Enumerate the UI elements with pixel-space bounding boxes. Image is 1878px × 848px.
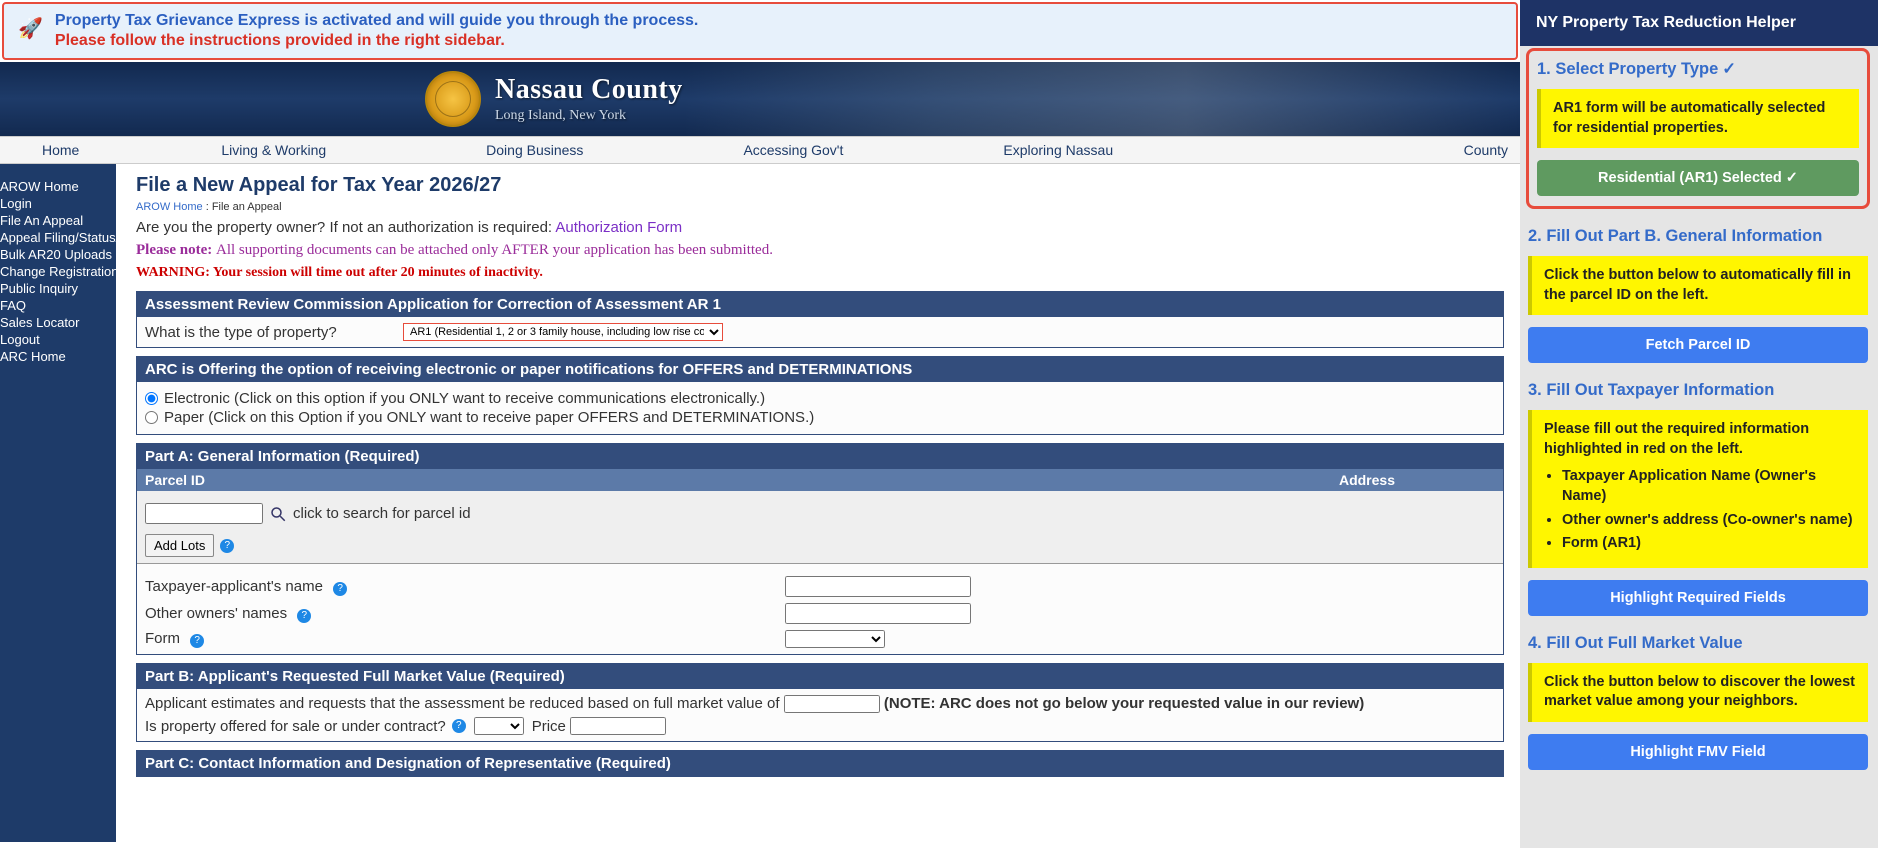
- site-header: Nassau County Long Island, New York: [0, 62, 1520, 136]
- leftnav-arc-home[interactable]: ARC Home: [0, 348, 116, 365]
- nav-living-working[interactable]: Living & Working: [141, 142, 406, 158]
- nav-doing-business[interactable]: Doing Business: [406, 142, 663, 158]
- panel-ar1: Assessment Review Commission Application…: [136, 291, 1504, 348]
- col-parcel-id: Parcel ID: [145, 472, 205, 488]
- leftnav-bulk-ar20[interactable]: Bulk AR20 Uploads: [0, 246, 116, 263]
- step-2-title: 2. Fill Out Part B. General Information: [1528, 227, 1868, 246]
- for-sale-label: Is property offered for sale or under co…: [145, 718, 446, 735]
- main-content: File a New Appeal for Tax Year 2026/27 A…: [116, 164, 1520, 842]
- breadcrumb-home[interactable]: AROW Home: [136, 201, 203, 213]
- activation-banner: 🚀 Property Tax Grievance Express is acti…: [2, 2, 1518, 60]
- property-type-select[interactable]: AR1 (Residential 1, 2 or 3 family house,…: [403, 323, 723, 341]
- parcel-search-hint: click to search for parcel id: [293, 505, 471, 522]
- leftnav-change-reg[interactable]: Change Registration Info: [0, 263, 116, 280]
- helper-title: NY Property Tax Reduction Helper: [1520, 0, 1878, 46]
- banner-line-2: Please follow the instructions provided …: [55, 32, 698, 50]
- leftnav-login[interactable]: Login: [0, 195, 116, 212]
- nav-county[interactable]: County: [1384, 142, 1520, 158]
- property-type-label: What is the type of property?: [145, 324, 403, 341]
- leftnav-logout[interactable]: Logout: [0, 331, 116, 348]
- step-3-title: 3. Fill Out Taxpayer Information: [1528, 381, 1868, 400]
- step-2: 2. Fill Out Part B. General Information …: [1528, 227, 1868, 363]
- for-sale-select[interactable]: [474, 717, 524, 735]
- nav-exploring-nassau[interactable]: Exploring Nassau: [923, 142, 1193, 158]
- step-1: 1. Select Property Type✓ AR1 form will b…: [1526, 48, 1870, 209]
- form-label: Form: [145, 630, 180, 647]
- panel-notifications: ARC is Offering the option of receiving …: [136, 356, 1504, 435]
- nav-home[interactable]: Home: [0, 142, 141, 158]
- step-3-item-1: Taxpayer Application Name (Owner's Name): [1562, 467, 1856, 506]
- price-input[interactable]: [570, 717, 666, 735]
- form-help-icon[interactable]: ?: [190, 634, 204, 648]
- step-3: 3. Fill Out Taxpayer Information Please …: [1528, 381, 1868, 615]
- step-3-note: Please fill out the required information…: [1528, 410, 1868, 567]
- notif-paper-label: Paper (Click on this Option if you ONLY …: [164, 409, 814, 426]
- step-3-item-2: Other owner's address (Co-owner's name): [1562, 511, 1856, 531]
- step-4-title: 4. Fill Out Full Market Value: [1528, 634, 1868, 653]
- attach-note: Please note: All supporting documents ca…: [136, 242, 1504, 259]
- panel-part-c: Part C: Contact Information and Designat…: [136, 750, 1504, 777]
- fmv-note: (NOTE: ARC does not go below your reques…: [884, 695, 1364, 712]
- fetch-parcel-id-button[interactable]: Fetch Parcel ID: [1528, 327, 1868, 363]
- leftnav-sales-locator[interactable]: Sales Locator: [0, 314, 116, 331]
- panel-part-b-title: Part B: Applicant's Requested Full Marke…: [137, 664, 1503, 689]
- panel-part-c-title: Part C: Contact Information and Designat…: [137, 751, 1503, 776]
- helper-sidebar: NY Property Tax Reduction Helper 1. Sele…: [1520, 0, 1878, 848]
- check-icon: ✓: [1722, 60, 1736, 78]
- add-lots-help-icon[interactable]: ?: [220, 539, 234, 553]
- other-owners-label: Other owners' names: [145, 605, 287, 622]
- search-icon[interactable]: [269, 505, 287, 523]
- highlight-fmv-button[interactable]: Highlight FMV Field: [1528, 734, 1868, 770]
- left-sidebar: AROW Home Login File An Appeal Appeal Fi…: [0, 164, 116, 842]
- taxpayer-name-label: Taxpayer-applicant's name: [145, 578, 323, 595]
- step-4-note: Click the button below to discover the l…: [1528, 663, 1868, 722]
- other-owners-help-icon[interactable]: ?: [297, 609, 311, 623]
- panel-notif-title: ARC is Offering the option of receiving …: [137, 357, 1503, 382]
- site-subtitle: Long Island, New York: [495, 108, 683, 124]
- notif-paper-radio[interactable]: [145, 411, 158, 424]
- top-nav: Home Living & Working Doing Business Acc…: [0, 136, 1520, 164]
- leftnav-faq[interactable]: FAQ: [0, 297, 116, 314]
- page-title: File a New Appeal for Tax Year 2026/27: [136, 174, 1504, 197]
- breadcrumb: AROW Home : File an Appeal: [136, 201, 1504, 213]
- leftnav-appeal-filing[interactable]: Appeal Filing/Status/Change: [0, 229, 116, 246]
- owner-question: Are you the property owner? If not an au…: [136, 219, 1504, 236]
- nav-accessing-govt[interactable]: Accessing Gov't: [663, 142, 923, 158]
- panel-part-b: Part B: Applicant's Requested Full Marke…: [136, 663, 1504, 742]
- panel-ar1-title: Assessment Review Commission Application…: [137, 292, 1503, 317]
- banner-line-1: Property Tax Grievance Express is activa…: [55, 12, 698, 30]
- check-icon: ✓: [1786, 170, 1798, 186]
- step-1-title: 1. Select Property Type✓: [1537, 59, 1859, 79]
- taxpayer-name-input[interactable]: [785, 576, 971, 597]
- step-3-item-3: Form (AR1): [1562, 534, 1856, 554]
- add-lots-button[interactable]: Add Lots: [145, 534, 214, 557]
- panel-part-a: Part A: General Information (Required) P…: [136, 443, 1504, 655]
- notif-electronic-label: Electronic (Click on this option if you …: [164, 390, 765, 407]
- fmv-text-1: Applicant estimates and requests that th…: [145, 695, 784, 712]
- taxpayer-help-icon[interactable]: ?: [333, 582, 347, 596]
- step-2-note: Click the button below to automatically …: [1528, 256, 1868, 315]
- leftnav-file-appeal[interactable]: File An Appeal: [0, 212, 116, 229]
- price-label: Price: [532, 718, 566, 735]
- panel-part-a-title: Part A: General Information (Required): [137, 444, 1503, 469]
- highlight-fields-button[interactable]: Highlight Required Fields: [1528, 580, 1868, 616]
- authorization-form-link[interactable]: Authorization Form: [555, 219, 682, 236]
- breadcrumb-current: File an Appeal: [212, 201, 282, 213]
- step-1-note: AR1 form will be automatically selected …: [1537, 89, 1859, 148]
- col-address: Address: [1339, 472, 1395, 488]
- step-1-button: Residential (AR1) Selected✓: [1537, 160, 1859, 196]
- site-title: Nassau County: [495, 74, 683, 106]
- form-select[interactable]: [785, 630, 885, 648]
- leftnav-arow-home[interactable]: AROW Home: [0, 178, 116, 195]
- parcel-search-input[interactable]: [145, 503, 263, 524]
- other-owners-input[interactable]: [785, 603, 971, 624]
- rocket-icon: 🚀: [18, 16, 43, 41]
- fmv-value-input[interactable]: [784, 695, 880, 713]
- session-warning: WARNING: Your session will time out afte…: [136, 265, 1504, 281]
- step-4: 4. Fill Out Full Market Value Click the …: [1528, 634, 1868, 770]
- notif-electronic-radio[interactable]: [145, 392, 158, 405]
- for-sale-help-icon[interactable]: ?: [452, 719, 466, 733]
- county-seal-icon: [425, 71, 481, 127]
- leftnav-public-inquiry[interactable]: Public Inquiry: [0, 280, 116, 297]
